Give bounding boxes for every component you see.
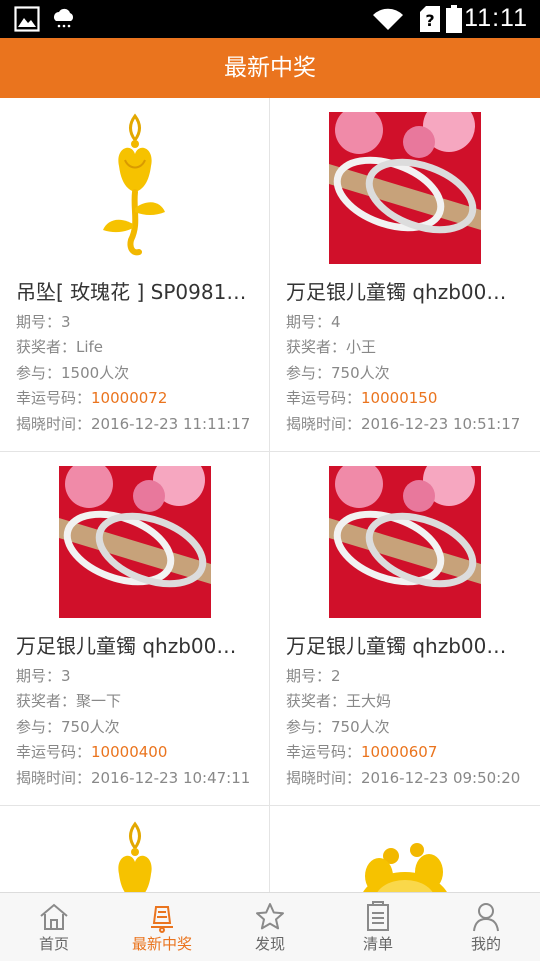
reveal-time-text: 揭晓时间：2016-12-23 10:47:11	[16, 769, 251, 787]
svg-text:?: ?	[425, 11, 434, 30]
winner-card[interactable]: 万足银儿童镯 qhzb00… 期号：3 获奖者：聚一下 参与：750人次 幸运号…	[0, 452, 269, 805]
status-bar: ? 11:11	[0, 0, 540, 38]
clock: 11:11	[464, 4, 528, 32]
winner-card[interactable]: 吊坠[ 玫瑰花 ] SP0981… 期号：3 获奖者：Life 参与：1500人…	[0, 98, 269, 451]
winner-card-partial[interactable]	[270, 806, 539, 892]
lucky-number: 10000400	[91, 743, 168, 761]
battery-icon	[446, 5, 462, 33]
person-icon	[473, 903, 499, 932]
tab-label: 我的	[470, 935, 501, 953]
list-icon	[367, 901, 389, 931]
lucky-number-row: 幸运号码：10000150	[286, 388, 437, 408]
lucky-label: 幸运号码：	[286, 389, 362, 407]
bottom-tab-bar: 首页 最新中奖 发现 清单 我的	[0, 892, 540, 961]
winner-card-partial[interactable]	[0, 806, 269, 892]
participants-text: 参与：750人次	[286, 364, 390, 382]
weather-icon	[54, 8, 74, 28]
lucky-number-row: 幸运号码：10000607	[286, 742, 437, 762]
image-notification-icon	[14, 6, 40, 32]
winner-card[interactable]: 万足银儿童镯 qhzb00… 期号：2 获奖者：王大妈 参与：750人次 幸运号…	[270, 452, 539, 805]
lucky-number-row: 幸运号码：10000400	[16, 742, 167, 762]
wifi-icon	[373, 8, 403, 31]
lucky-label: 幸运号码：	[16, 743, 92, 761]
lucky-number: 10000607	[361, 743, 438, 761]
lucky-number-row: 幸运号码：10000072	[16, 388, 167, 408]
tab-label: 发现	[254, 935, 285, 953]
product-image-rose-pendant	[59, 112, 211, 264]
product-image-silver-bracelet	[329, 112, 481, 264]
reveal-time-text: 揭晓时间：2016-12-23 09:50:20	[286, 769, 521, 787]
participants-text: 参与：750人次	[16, 718, 120, 736]
product-title[interactable]: 吊坠[ 玫瑰花 ] SP0981…	[16, 279, 259, 305]
participants-text: 参与：1500人次	[16, 364, 130, 382]
product-image-silver-bracelet	[59, 466, 211, 618]
page-title: 最新中奖	[0, 38, 540, 98]
period-text: 期号：3	[16, 667, 71, 685]
winner-text: 获奖者：Life	[16, 338, 104, 356]
tab-label: 清单	[362, 935, 393, 953]
participants-text: 参与：750人次	[286, 718, 390, 736]
product-title[interactable]: 万足银儿童镯 qhzb00…	[286, 633, 529, 659]
period-text: 期号：2	[286, 667, 341, 685]
product-image-gold-charm	[329, 820, 481, 892]
reveal-time-text: 揭晓时间：2016-12-23 10:51:17	[286, 415, 521, 433]
tab-latest-winners[interactable]: 最新中奖	[108, 893, 216, 961]
lucky-number: 10000150	[361, 389, 438, 407]
product-title[interactable]: 万足银儿童镯 qhzb00…	[16, 633, 259, 659]
period-text: 期号：3	[16, 313, 71, 331]
star-icon	[256, 903, 284, 930]
tab-discover[interactable]: 发现	[216, 893, 324, 961]
home-icon	[40, 903, 68, 930]
no-sim-icon: ?	[420, 6, 440, 32]
bell-icon	[151, 906, 173, 933]
product-image-rose-pendant	[59, 820, 211, 892]
winner-text: 获奖者：聚一下	[16, 692, 122, 710]
lucky-number: 10000072	[91, 389, 168, 407]
tab-home[interactable]: 首页	[0, 893, 108, 961]
tab-label: 首页	[38, 935, 69, 953]
tab-list[interactable]: 清单	[324, 893, 432, 961]
reveal-time-text: 揭晓时间：2016-12-23 11:11:17	[16, 415, 251, 433]
product-image-silver-bracelet	[329, 466, 481, 618]
period-text: 期号：4	[286, 313, 341, 331]
lucky-label: 幸运号码：	[286, 743, 362, 761]
winners-grid: 吊坠[ 玫瑰花 ] SP0981… 期号：3 获奖者：Life 参与：1500人…	[0, 98, 540, 892]
winner-card[interactable]: 万足银儿童镯 qhzb00… 期号：4 获奖者：小王 参与：750人次 幸运号码…	[270, 98, 539, 451]
tab-mine[interactable]: 我的	[432, 893, 540, 961]
winner-text: 获奖者：小王	[286, 338, 377, 356]
tab-label: 最新中奖	[131, 935, 192, 953]
lucky-label: 幸运号码：	[16, 389, 92, 407]
product-title[interactable]: 万足银儿童镯 qhzb00…	[286, 279, 529, 305]
winner-text: 获奖者：王大妈	[286, 692, 392, 710]
